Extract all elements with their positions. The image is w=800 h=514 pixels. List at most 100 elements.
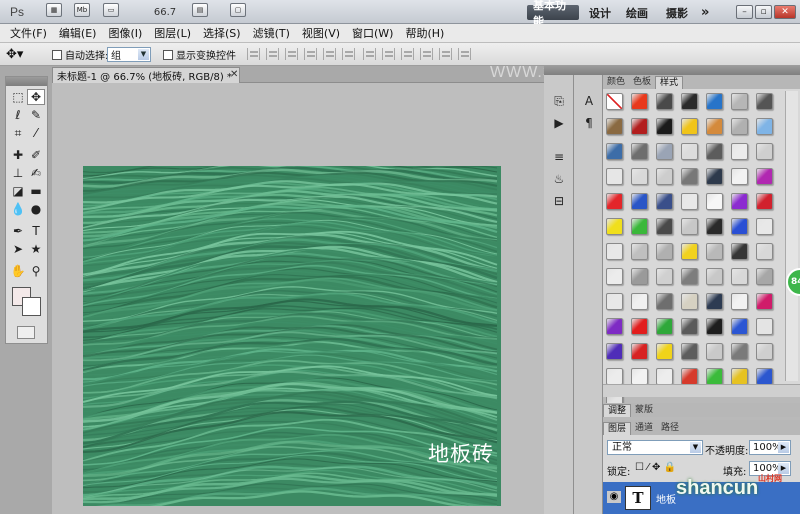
- quick-select-tool-icon[interactable]: ✎: [27, 107, 45, 123]
- style-swatch[interactable]: [681, 93, 698, 110]
- blur-tool-icon[interactable]: 💧: [9, 201, 27, 217]
- style-swatch[interactable]: [756, 168, 773, 185]
- bridge-button[interactable]: ▦: [46, 3, 62, 17]
- align-vcenter-icon[interactable]: [266, 48, 279, 60]
- distribute-top-icon[interactable]: [363, 48, 376, 60]
- style-swatch[interactable]: [681, 368, 698, 385]
- style-swatch[interactable]: [681, 118, 698, 135]
- style-swatch[interactable]: [756, 293, 773, 310]
- style-swatch[interactable]: [731, 168, 748, 185]
- style-swatch[interactable]: [656, 343, 673, 360]
- chevron-right-icon[interactable]: ▶: [778, 442, 789, 453]
- menu-file[interactable]: 文件(F): [4, 25, 53, 41]
- crop-tool-icon[interactable]: ⌗: [9, 125, 27, 141]
- style-swatch[interactable]: [706, 318, 723, 335]
- menu-edit[interactable]: 编辑(E): [53, 25, 103, 41]
- style-swatch[interactable]: [606, 218, 623, 235]
- style-swatch[interactable]: [731, 268, 748, 285]
- align-bottom-icon[interactable]: [285, 48, 298, 60]
- minimize-button[interactable]: –: [736, 5, 753, 19]
- style-swatch[interactable]: [756, 243, 773, 260]
- style-swatch[interactable]: [731, 318, 748, 335]
- move-tool-icon[interactable]: ✥: [27, 89, 45, 105]
- path-selection-tool-icon[interactable]: ➤: [9, 241, 27, 257]
- zoom-tool-icon[interactable]: ⚲: [27, 263, 45, 279]
- style-swatch[interactable]: [656, 193, 673, 210]
- gradient-tool-icon[interactable]: ▬: [27, 183, 45, 199]
- style-swatch[interactable]: [706, 268, 723, 285]
- eyedropper-tool-icon[interactable]: ⁄: [27, 125, 45, 141]
- character-panel-icon[interactable]: A: [580, 93, 598, 109]
- align-hcenter-icon[interactable]: [323, 48, 336, 60]
- style-swatch[interactable]: [606, 368, 623, 385]
- tab-channels[interactable]: 通道: [631, 422, 657, 435]
- style-swatch[interactable]: [756, 218, 773, 235]
- tools-panel-header[interactable]: [6, 77, 47, 86]
- style-swatch[interactable]: [631, 318, 648, 335]
- style-swatch[interactable]: [606, 318, 623, 335]
- style-swatch[interactable]: [656, 118, 673, 135]
- style-swatch[interactable]: [731, 243, 748, 260]
- style-swatch[interactable]: [731, 118, 748, 135]
- close-tab-icon[interactable]: ✕: [230, 69, 238, 80]
- styles-scrollbar[interactable]: [785, 91, 798, 381]
- style-swatch[interactable]: [706, 118, 723, 135]
- view-extras-button[interactable]: ▭: [103, 3, 119, 17]
- dock-header[interactable]: [544, 66, 800, 75]
- style-swatch[interactable]: [756, 93, 773, 110]
- style-swatch[interactable]: [681, 168, 698, 185]
- tab-adjustments[interactable]: 调整: [603, 404, 632, 417]
- tab-swatches[interactable]: 色板: [629, 76, 655, 89]
- style-swatch[interactable]: [656, 293, 673, 310]
- align-top-icon[interactable]: [247, 48, 260, 60]
- chevron-down-icon[interactable]: ▼: [690, 442, 701, 453]
- style-swatch[interactable]: [706, 143, 723, 160]
- background-color-swatch[interactable]: [22, 297, 41, 316]
- style-swatch[interactable]: [681, 293, 698, 310]
- menu-help[interactable]: 帮助(H): [399, 25, 450, 41]
- paragraph-panel-icon[interactable]: ¶: [580, 115, 598, 131]
- style-swatch[interactable]: [706, 93, 723, 110]
- maximize-button[interactable]: ▫: [755, 5, 772, 19]
- text-tool-icon[interactable]: T: [27, 223, 45, 239]
- style-swatch[interactable]: [706, 193, 723, 210]
- style-swatch[interactable]: [656, 368, 673, 385]
- tab-layers[interactable]: 图层: [603, 422, 632, 435]
- style-swatch[interactable]: [731, 218, 748, 235]
- menu-image[interactable]: 图像(I): [102, 25, 148, 41]
- style-swatch[interactable]: [706, 368, 723, 385]
- style-swatch[interactable]: [656, 168, 673, 185]
- style-swatch[interactable]: [706, 168, 723, 185]
- clone-source-panel-icon[interactable]: ♨: [550, 171, 568, 187]
- move-tool-preset-icon[interactable]: ✥▾: [6, 47, 23, 62]
- distribute-right-icon[interactable]: [458, 48, 471, 60]
- workspace-essentials-button[interactable]: 基本功能: [527, 0, 579, 28]
- quick-mask-icon[interactable]: [17, 326, 35, 339]
- style-swatch[interactable]: [656, 318, 673, 335]
- style-swatch[interactable]: [681, 218, 698, 235]
- document-canvas[interactable]: 地板砖: [83, 166, 501, 506]
- style-swatch[interactable]: [681, 243, 698, 260]
- brush-tool-icon[interactable]: ✐: [27, 147, 45, 163]
- style-swatch[interactable]: [631, 143, 648, 160]
- style-swatch[interactable]: [606, 193, 623, 210]
- style-swatch[interactable]: [656, 268, 673, 285]
- style-swatch[interactable]: [756, 268, 773, 285]
- style-swatch[interactable]: [606, 168, 623, 185]
- style-swatch[interactable]: [706, 218, 723, 235]
- style-swatch[interactable]: [706, 243, 723, 260]
- style-swatch[interactable]: [606, 293, 623, 310]
- style-swatch[interactable]: [631, 218, 648, 235]
- distribute-vcenter-icon[interactable]: [382, 48, 395, 60]
- distribute-bottom-icon[interactable]: [401, 48, 414, 60]
- style-swatch[interactable]: [756, 343, 773, 360]
- style-swatch-none[interactable]: [606, 93, 623, 110]
- style-swatch[interactable]: [631, 293, 648, 310]
- workspace-more-button[interactable]: »: [695, 5, 715, 20]
- hand-tool-icon[interactable]: ✋: [9, 263, 27, 279]
- distribute-left-icon[interactable]: [420, 48, 433, 60]
- style-swatch[interactable]: [681, 143, 698, 160]
- style-swatch[interactable]: [706, 293, 723, 310]
- menu-window[interactable]: 窗口(W): [346, 25, 399, 41]
- arrange-documents-button[interactable]: ▤: [192, 3, 208, 17]
